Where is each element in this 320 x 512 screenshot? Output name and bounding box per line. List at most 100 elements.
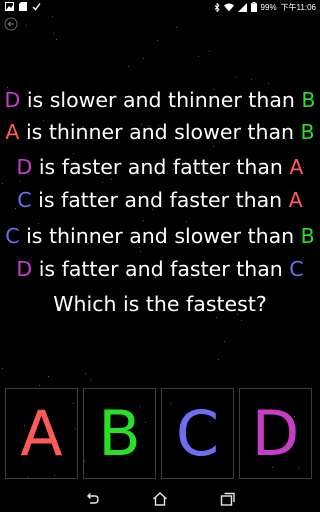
- star-dot: [43, 120, 44, 121]
- star-dot: [272, 467, 273, 468]
- star-dot: [186, 221, 187, 222]
- statement-line: D is slower and thinner than B: [0, 88, 320, 112]
- statement-line: D is fatter and faster than C: [0, 257, 320, 281]
- star-dot: [26, 25, 27, 26]
- star-dot: [173, 169, 174, 170]
- star-dot: [73, 403, 74, 404]
- star-dot: [48, 376, 49, 377]
- star-dot: [38, 223, 39, 224]
- statement-line: C is fatter and faster than A: [0, 188, 320, 212]
- star-dot: [145, 422, 146, 423]
- bluetooth-icon: [214, 2, 220, 12]
- check-icon: [32, 3, 41, 11]
- statement-line: D is faster and fatter than A: [0, 155, 320, 179]
- clock: 下午11:06: [280, 2, 316, 12]
- star-dot: [25, 447, 26, 448]
- star-dot: [294, 416, 295, 417]
- question-text: Which is the fastest?: [53, 292, 267, 316]
- answer-button-b[interactable]: B: [83, 388, 156, 479]
- statement-subject: D: [4, 88, 21, 112]
- star-dot: [191, 203, 192, 204]
- statement-subject: D: [16, 155, 33, 179]
- star-dot: [170, 403, 171, 404]
- wifi-icon: [223, 3, 234, 11]
- star-dot: [268, 83, 269, 84]
- star-dot: [209, 51, 210, 52]
- star-dot: [176, 27, 177, 28]
- statement-line: C is thinner and slower than B: [0, 224, 320, 248]
- star-dot: [209, 421, 210, 422]
- back-arrow-icon[interactable]: [4, 17, 18, 31]
- nav-home-icon[interactable]: [152, 491, 168, 507]
- star-dot: [83, 126, 84, 127]
- star-dot: [198, 56, 199, 57]
- star-dot: [36, 129, 37, 130]
- star-dot: [102, 182, 103, 183]
- answer-button-c[interactable]: C: [161, 388, 234, 479]
- status-bar: 99% 下午11:06: [0, 0, 320, 14]
- statement-text: is fatter and faster than: [31, 188, 289, 212]
- statement-subject: C: [17, 188, 32, 212]
- star-dot: [298, 467, 299, 468]
- star-dot: [73, 153, 74, 154]
- status-notifications: [5, 2, 41, 11]
- star-dot: [56, 39, 57, 40]
- statement-object: B: [300, 224, 315, 248]
- statement-text: is fatter and faster than: [32, 257, 290, 281]
- star-dot: [20, 181, 21, 182]
- star-dot: [224, 341, 225, 342]
- star-dot: [52, 16, 53, 17]
- star-dot: [241, 320, 242, 321]
- star-dot: [24, 425, 25, 426]
- star-dot: [237, 314, 238, 315]
- star-dot: [111, 179, 112, 180]
- statement-line: A is thinner and slower than B: [0, 120, 320, 144]
- star-dot: [178, 243, 179, 244]
- statement-object: C: [289, 257, 304, 281]
- sd-card-icon: [19, 2, 27, 11]
- star-dot: [2, 183, 3, 184]
- nav-back-icon[interactable]: [84, 491, 100, 507]
- star-dot: [28, 477, 29, 478]
- star-dot: [187, 207, 188, 208]
- star-dot: [39, 385, 40, 386]
- star-dot: [157, 40, 158, 41]
- star-dot: [2, 368, 3, 369]
- status-indicators: 99% 下午11:06: [214, 0, 316, 14]
- star-dot: [218, 359, 219, 360]
- statement-object: B: [301, 88, 316, 112]
- star-dot: [128, 66, 129, 67]
- statement-subject: C: [5, 224, 20, 248]
- star-dot: [251, 79, 252, 80]
- star-dot: [133, 272, 134, 273]
- star-dot: [143, 58, 144, 59]
- star-dot: [7, 87, 8, 88]
- statement-text: is faster and fatter than: [32, 155, 290, 179]
- star-dot: [139, 406, 140, 407]
- star-dot: [84, 461, 85, 462]
- answer-button-d[interactable]: D: [239, 388, 312, 479]
- star-dot: [75, 428, 76, 429]
- battery-icon: [250, 2, 257, 12]
- star-dot: [53, 33, 54, 34]
- star-dot: [85, 373, 86, 374]
- nav-bar: [0, 484, 320, 512]
- statement-text: is thinner and slower than: [19, 224, 301, 248]
- answer-button-a[interactable]: A: [5, 388, 78, 479]
- star-dot: [143, 220, 144, 221]
- statement-object: A: [288, 188, 303, 212]
- battery-percent: 99%: [260, 2, 277, 12]
- star-dot: [152, 209, 153, 210]
- image-icon: [5, 2, 14, 11]
- nav-recents-icon[interactable]: [220, 491, 236, 507]
- star-dot: [141, 124, 142, 125]
- star-dot: [213, 146, 214, 147]
- statement-object: B: [300, 120, 315, 144]
- statement-object: A: [289, 155, 304, 179]
- star-dot: [216, 317, 217, 318]
- star-dot: [303, 167, 304, 168]
- star-dot: [213, 89, 214, 90]
- star-dot: [88, 243, 89, 244]
- star-dot: [186, 234, 187, 235]
- star-dot: [54, 475, 55, 476]
